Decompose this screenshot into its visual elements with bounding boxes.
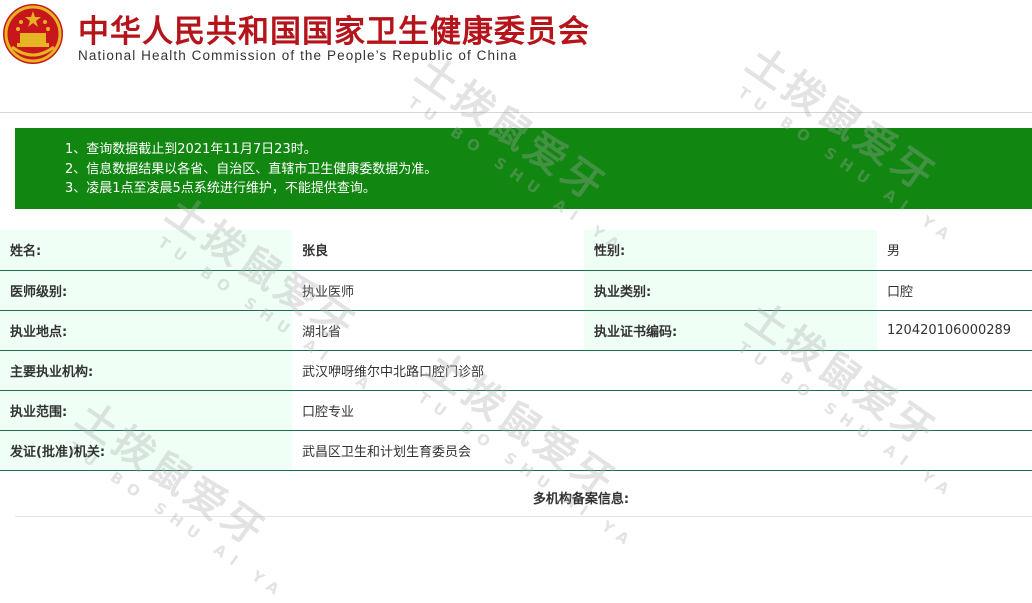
site-title-en: National Health Commission of the People… xyxy=(78,48,518,63)
notice-line: 3、凌晨1点至凌晨5点系统进行维护，不能提供查询。 xyxy=(65,181,376,196)
level-label: 医师级别: xyxy=(0,270,292,311)
location-value: 湖北省 xyxy=(292,310,584,351)
issuer-value: 武昌区卫生和计划生育委员会 xyxy=(292,430,1032,471)
table-row: 主要执业机构: 武汉咿呀维尔中北路口腔门诊部 xyxy=(0,350,1032,391)
org-value: 武汉咿呀维尔中北路口腔门诊部 xyxy=(292,350,1032,391)
org-label: 主要执业机构: xyxy=(0,350,292,391)
notice-box: 1、查询数据截止到2021年11月7日23时。 2、信息数据结果以各省、自治区、… xyxy=(15,128,1032,209)
category-label: 执业类别: xyxy=(584,270,877,311)
multi-org-section: 多机构备案信息: xyxy=(0,482,1032,518)
doctor-info-table: 姓名: 张良 性别: 男 医师级别: 执业医师 执业类别: 口腔 执业地点: 湖… xyxy=(0,230,1032,471)
category-value: 口腔 xyxy=(877,270,1032,311)
multi-org-label: 多机构备案信息: xyxy=(532,492,630,507)
location-label: 执业地点: xyxy=(0,310,292,351)
issuer-label: 发证(批准)机关: xyxy=(0,430,292,471)
level-value: 执业医师 xyxy=(292,270,584,311)
table-row: 发证(批准)机关: 武昌区卫生和计划生育委员会 xyxy=(0,430,1032,471)
name-value: 张良 xyxy=(292,230,584,271)
gender-value: 男 xyxy=(877,230,1032,271)
name-label: 姓名: xyxy=(0,230,292,271)
table-row: 执业地点: 湖北省 执业证书编码: 120420106000289 xyxy=(0,310,1032,351)
table-row: 执业范围: 口腔专业 xyxy=(0,390,1032,431)
site-header: 中华人民共和国国家卫生健康委员会 National Health Commiss… xyxy=(0,0,682,70)
scope-label: 执业范围: xyxy=(0,390,292,431)
national-emblem-icon xyxy=(3,4,63,64)
cert-label: 执业证书编码: xyxy=(584,310,877,351)
cert-value: 120420106000289 xyxy=(877,310,1032,351)
table-row: 姓名: 张良 性别: 男 xyxy=(0,230,1032,271)
table-row: 医师级别: 执业医师 执业类别: 口腔 xyxy=(0,270,1032,311)
header-divider xyxy=(0,112,1032,113)
scope-value: 口腔专业 xyxy=(292,390,1032,431)
bottom-divider xyxy=(15,516,1032,517)
site-title-cn: 中华人民共和国国家卫生健康委员会 xyxy=(78,14,590,50)
gender-label: 性别: xyxy=(584,230,877,271)
notice-line: 2、信息数据结果以各省、自治区、直辖市卫生健康委数据为准。 xyxy=(65,161,438,177)
notice-line: 1、查询数据截止到2021年11月7日23时。 xyxy=(65,142,317,157)
